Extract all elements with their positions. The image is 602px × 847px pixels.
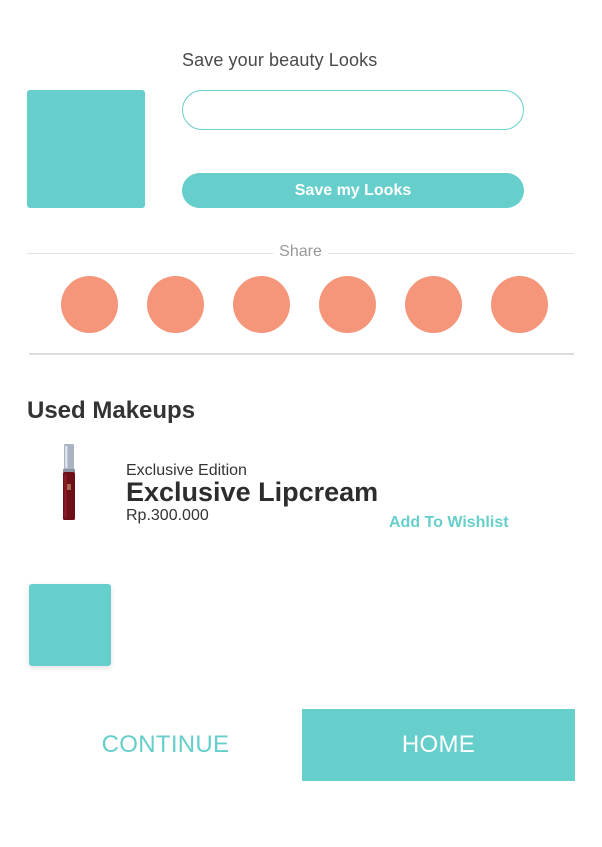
- lipcream-product-image: [60, 444, 78, 522]
- share-divider-left: [27, 253, 273, 254]
- product-name: Exclusive Lipcream: [126, 477, 379, 507]
- look-name-input[interactable]: [182, 90, 524, 130]
- share-button-1[interactable]: [61, 276, 118, 333]
- makeup-thumbnail[interactable]: [29, 584, 111, 666]
- save-my-looks-button[interactable]: Save my Looks: [182, 173, 524, 208]
- share-button-3[interactable]: [233, 276, 290, 333]
- share-divider-right: [328, 253, 574, 254]
- share-label: Share: [279, 243, 322, 260]
- used-makeups-heading: Used Makeups: [27, 397, 196, 424]
- continue-button[interactable]: CONTINUE: [29, 709, 302, 781]
- save-looks-heading: Save your beauty Looks: [182, 50, 378, 70]
- look-preview-thumbnail: [27, 90, 145, 208]
- product-price: Rp.300.000: [126, 507, 209, 524]
- share-button-5[interactable]: [405, 276, 462, 333]
- home-button[interactable]: HOME: [302, 709, 575, 781]
- add-to-wishlist-link[interactable]: Add To Wishlist: [389, 514, 509, 532]
- share-button-6[interactable]: [491, 276, 548, 333]
- share-button-4[interactable]: [319, 276, 376, 333]
- section-divider: [29, 353, 574, 355]
- share-button-2[interactable]: [147, 276, 204, 333]
